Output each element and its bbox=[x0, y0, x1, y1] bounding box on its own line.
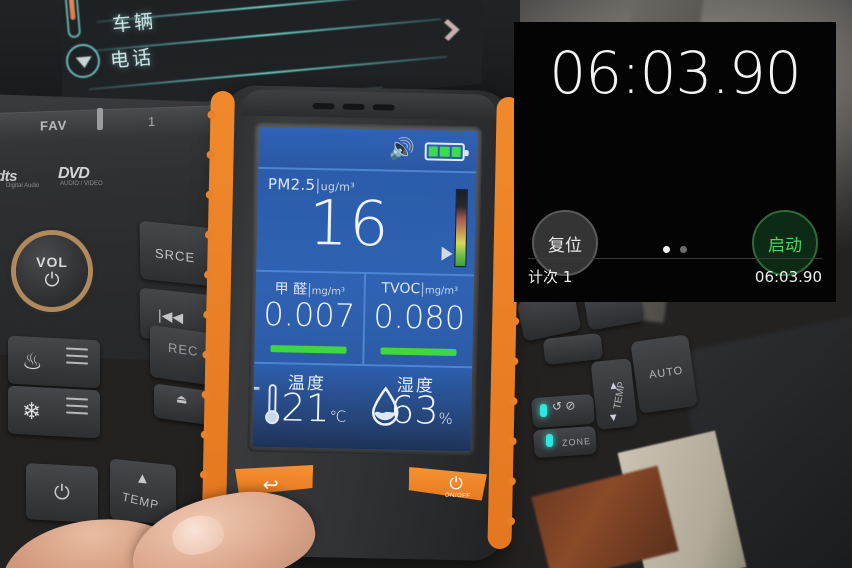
humidity-unit: % bbox=[438, 409, 453, 428]
stopwatch-overlay: 06:03.90 复位 启动 计次 1 06:03.90 bbox=[514, 22, 836, 302]
temperature-unit: ℃ bbox=[329, 407, 347, 426]
hcho-value: 0.007 bbox=[263, 294, 356, 335]
tvoc-status-bar bbox=[380, 347, 457, 357]
volume-knob[interactable]: VOL ⏻ bbox=[16, 235, 88, 307]
detector-status-bar: 🔊 bbox=[258, 126, 478, 174]
pm25-value: 16 bbox=[307, 185, 391, 261]
gas-readings-row: 甲 醛|mg/m³ 0.007 TVOC|mg/m³ 0.080 bbox=[254, 271, 475, 369]
down-arrow-icon[interactable]: ▼ bbox=[607, 411, 619, 424]
zone-label: ZONE bbox=[561, 436, 592, 448]
speaker-grille-slot bbox=[312, 102, 335, 110]
pm25-panel: PM2.5|ug/m³ 16 bbox=[256, 168, 477, 277]
scale-pointer-icon bbox=[441, 246, 453, 261]
tvoc-label: TVOC|mg/m³ bbox=[381, 280, 459, 298]
temperature-cell: ||||| 温度 21℃ bbox=[252, 364, 363, 449]
speaker-on-icon: 🔊 bbox=[388, 137, 415, 162]
infotainment-item-vehicle[interactable]: 车辆 bbox=[111, 6, 157, 37]
screenshot-scene: 车辆 电话 FAV 1 dts Digital Audio DVD AUDIO … bbox=[0, 0, 852, 568]
temperature-value-wrap: 21℃ bbox=[280, 385, 347, 431]
lap-row: 计次 1 06:03.90 bbox=[528, 258, 822, 294]
thermometer-ticks: ||||| bbox=[254, 387, 261, 391]
power-icon: ⏻ bbox=[54, 481, 70, 505]
lap-label: 计次 1 bbox=[528, 268, 573, 286]
infotainment-item-phone[interactable]: 电话 bbox=[109, 42, 155, 73]
hvac-button[interactable] bbox=[542, 333, 604, 365]
hcho-status-bar bbox=[270, 345, 347, 354]
power-icon: ⏻ bbox=[44, 270, 60, 291]
hvac-cluster: AUTO ▲ TEMP ▼ ↺ ⊘ ZONE bbox=[516, 287, 770, 490]
lap-time: 06:03.90 bbox=[754, 267, 822, 286]
zone-led bbox=[546, 434, 553, 447]
temperature-value: 21 bbox=[280, 385, 331, 431]
seat-heater-level bbox=[66, 347, 88, 369]
seat-ventilation-icon: ❄ bbox=[22, 397, 42, 425]
detector-screen-bezel: 🔊 PM2.5|ug/m³ 16 甲 醛|mg/m³ 0.007 TVOC|mg… bbox=[247, 121, 483, 457]
page-dot bbox=[680, 246, 687, 253]
seat-ventilation-level bbox=[66, 397, 88, 419]
volume-label: VOL bbox=[36, 254, 68, 270]
dts-sublabel: Digital Audio bbox=[6, 183, 40, 189]
humidity-value-wrap: 63% bbox=[389, 387, 453, 433]
tvoc-name: TVOC bbox=[381, 280, 421, 298]
detector-screen: 🔊 PM2.5|ug/m³ 16 甲 醛|mg/m³ 0.007 TVOC|mg… bbox=[252, 126, 478, 452]
stopwatch-time: 06:03.90 bbox=[549, 39, 801, 107]
environment-row: ||||| 温度 21℃ 湿度 63% bbox=[252, 363, 473, 452]
fav-button[interactable]: FAV bbox=[40, 118, 67, 134]
tvoc-value: 0.080 bbox=[373, 297, 466, 338]
up-arrow-icon: ▲ bbox=[135, 469, 150, 488]
disc-slot bbox=[97, 107, 103, 131]
humidity-value: 63 bbox=[389, 387, 440, 433]
speaker-grille-slot bbox=[342, 103, 365, 111]
seat-heater-icon: ♨ bbox=[22, 347, 43, 375]
power-button-label: ON/OFF bbox=[444, 492, 471, 500]
page-dot-active bbox=[663, 246, 670, 253]
recirculation-icon: ↺ ⊘ bbox=[551, 398, 576, 414]
eject-icon: ⏏ bbox=[176, 391, 188, 407]
thermometer-icon bbox=[264, 384, 280, 425]
tvoc-unit: mg/m³ bbox=[424, 285, 459, 298]
hcho-cell: 甲 醛|mg/m³ 0.007 bbox=[254, 272, 364, 364]
humidity-cell: 湿度 63% bbox=[361, 366, 472, 451]
preset-1-button[interactable]: 1 bbox=[148, 114, 155, 129]
tvoc-cell: TVOC|mg/m³ 0.080 bbox=[362, 274, 475, 367]
dvd-sublabel: AUDIO / VIDEO bbox=[60, 181, 103, 187]
battery-icon bbox=[424, 142, 465, 162]
speaker-grille-slot bbox=[372, 104, 395, 111]
previous-track-icon: |◀◀ bbox=[158, 306, 184, 326]
pm25-scale-bar bbox=[454, 188, 468, 268]
power-icon: ⏻ bbox=[449, 473, 463, 494]
detector-top-lip bbox=[240, 89, 497, 121]
recirculation-led bbox=[540, 404, 547, 417]
